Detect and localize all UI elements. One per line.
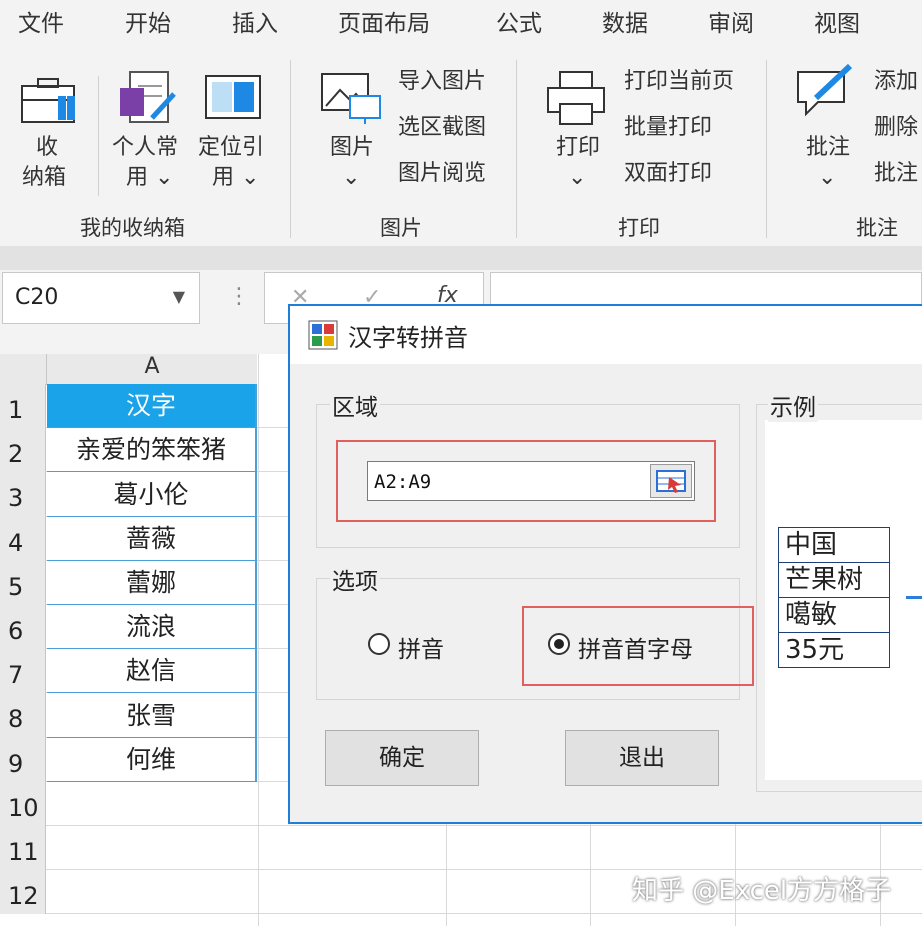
table-cell[interactable]: 何维 [47, 738, 257, 782]
toolbox-icon[interactable] [20, 76, 80, 130]
tab-view[interactable]: 视图 [814, 4, 860, 38]
print-label[interactable]: 打印 [556, 134, 600, 162]
personal-label-2[interactable]: 用 ⌄ [126, 164, 173, 192]
example-table: 中国 芒果树 噶敏 35元 [778, 527, 890, 668]
ribbon-shadow [0, 246, 922, 270]
add-comment-button[interactable]: 添加 [874, 68, 918, 96]
ribbon: 收 纳箱 个人常 用 ⌄ 定位引 用 ⌄ 我的收纳箱 图片 ⌄ 导入图片 选区截… [0, 46, 922, 246]
comment-label[interactable]: 批注 [806, 134, 850, 162]
row-header[interactable]: 5 [0, 561, 46, 605]
separator [516, 60, 517, 238]
picture-icon[interactable] [320, 72, 382, 128]
example-cell: 35元 [778, 632, 890, 668]
row-header[interactable]: 1 [0, 384, 46, 428]
row-header[interactable]: 11 [0, 826, 46, 870]
radio-initials[interactable] [548, 633, 570, 655]
options-legend: 选项 [330, 562, 380, 596]
browse-picture-button[interactable]: 图片阅览 [398, 160, 486, 188]
tab-home[interactable]: 开始 [125, 4, 171, 38]
example-cell: 中国 [778, 527, 890, 563]
table-cell[interactable]: 蕾娜 [47, 561, 257, 605]
row-header[interactable]: 2 [0, 428, 46, 472]
column-line [258, 354, 259, 926]
tab-insert[interactable]: 插入 [232, 4, 278, 38]
tab-review[interactable]: 审阅 [708, 4, 754, 38]
range-input-field[interactable] [372, 468, 646, 496]
app-icon [308, 320, 338, 354]
radio-pinyin[interactable] [368, 633, 390, 655]
storage-box-label-2[interactable]: 纳箱 [22, 164, 66, 192]
range-select-icon [656, 470, 686, 493]
separator [98, 76, 99, 196]
range-input[interactable] [367, 461, 695, 501]
radio-selected-dot [554, 639, 564, 649]
example-cell: 芒果树 [778, 562, 890, 598]
tab-data[interactable]: 数据 [602, 4, 648, 38]
row-header[interactable]: 7 [0, 649, 46, 693]
row-header[interactable]: 8 [0, 693, 46, 738]
ok-button[interactable]: 确定 [325, 730, 479, 786]
grid-line [0, 825, 922, 826]
separator [290, 60, 291, 238]
ribbon-tab-bar: 文件 开始 插入 页面布局 公式 数据 审阅 视图 [0, 0, 922, 46]
radio-initials-label[interactable]: 拼音首字母 [578, 630, 693, 664]
print-current-page-button[interactable]: 打印当前页 [624, 68, 734, 96]
picture-dropdown[interactable]: ⌄ [342, 164, 360, 192]
more-dots-icon[interactable]: ⋮ [228, 284, 250, 309]
table-cell[interactable]: 赵信 [47, 649, 257, 693]
group-label-storage: 我的收纳箱 [80, 216, 185, 240]
row-header[interactable]: 4 [0, 517, 46, 561]
table-cell[interactable]: 流浪 [47, 605, 257, 649]
exit-button[interactable]: 退出 [565, 730, 719, 786]
group-label-comment: 批注 [856, 216, 898, 240]
batch-print-button[interactable]: 批量打印 [624, 114, 712, 142]
storage-box-label-1[interactable]: 收 [36, 134, 58, 162]
example-cell: 噶敏 [778, 597, 890, 633]
example-legend: 示例 [768, 388, 818, 422]
table-cell[interactable]: 葛小伦 [47, 472, 257, 517]
row-header[interactable]: 6 [0, 605, 46, 649]
import-picture-button[interactable]: 导入图片 [398, 68, 486, 96]
tab-file[interactable]: 文件 [18, 4, 64, 38]
comment-pen-icon[interactable] [794, 62, 856, 126]
row-header[interactable]: 9 [0, 738, 46, 782]
group-label-picture: 图片 [380, 216, 422, 240]
tab-formulas[interactable]: 公式 [496, 4, 542, 38]
grid-line [0, 913, 922, 914]
dialog-title: 汉字转拼音 [348, 324, 468, 352]
row-header[interactable]: 12 [0, 870, 46, 914]
locate-label-2[interactable]: 用 ⌄ [212, 164, 259, 192]
radio-pinyin-label[interactable]: 拼音 [398, 630, 444, 664]
column-header-a[interactable]: A [47, 354, 257, 385]
comment-dropdown[interactable]: ⌄ [818, 164, 836, 192]
range-legend: 区域 [330, 388, 380, 422]
locate-label-1[interactable]: 定位引 [198, 134, 264, 162]
table-cell[interactable]: 蔷薇 [47, 517, 257, 561]
print-dropdown[interactable]: ⌄ [568, 164, 586, 192]
tab-page-layout[interactable]: 页面布局 [338, 4, 430, 38]
watermark: 知乎 @Excel方方格子 [632, 876, 892, 906]
row-header[interactable]: 10 [0, 782, 46, 826]
duplex-print-button[interactable]: 双面打印 [624, 160, 712, 188]
personal-doc-icon[interactable] [118, 68, 178, 132]
separator [766, 60, 767, 238]
delete-comment-button[interactable]: 删除 [874, 114, 918, 142]
row-header[interactable]: 3 [0, 472, 46, 517]
chevron-down-icon[interactable]: ▼ [173, 287, 185, 306]
name-box-value: C20 [15, 285, 59, 310]
header-cell[interactable]: 汉字 [47, 384, 257, 428]
printer-icon[interactable] [546, 70, 606, 130]
snip-selection-button[interactable]: 选区截图 [398, 114, 486, 142]
group-label-print: 打印 [618, 216, 660, 240]
arrow-icon [906, 596, 922, 599]
range-picker-button[interactable] [650, 464, 692, 498]
personal-label-1[interactable]: 个人常 [112, 134, 178, 162]
select-all-corner[interactable] [0, 354, 47, 385]
name-box[interactable]: C20 ▼ [2, 272, 200, 324]
locate-ref-icon[interactable] [204, 74, 264, 126]
comment-tool-button[interactable]: 批注 [874, 160, 918, 188]
table-cell[interactable]: 亲爱的笨笨猪 [47, 428, 257, 472]
table-cell[interactable]: 张雪 [47, 693, 257, 738]
picture-label[interactable]: 图片 [330, 134, 374, 162]
